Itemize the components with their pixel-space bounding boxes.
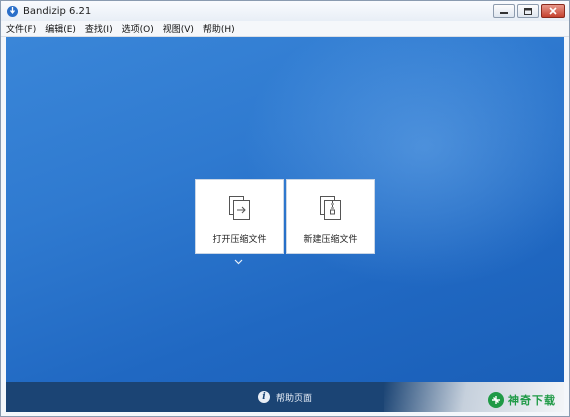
maximize-button[interactable] xyxy=(517,4,539,18)
new-archive-button[interactable]: 新建压缩文件 xyxy=(286,179,375,254)
window-title: Bandizip 6.21 xyxy=(23,5,92,17)
open-archive-button[interactable]: 打开压缩文件 xyxy=(195,179,284,254)
app-window: Bandizip 6.21 文件(F) 编辑(E) 查找(I) 选项(O) 视图… xyxy=(0,0,570,417)
menu-help[interactable]: 帮助(H) xyxy=(198,22,239,35)
menu-options[interactable]: 选项(O) xyxy=(117,22,158,35)
open-archive-icon xyxy=(228,195,252,224)
app-icon xyxy=(7,5,18,17)
open-archive-label: 打开压缩文件 xyxy=(212,235,267,245)
title-bar: Bandizip 6.21 xyxy=(1,1,569,21)
minimize-button[interactable] xyxy=(493,4,515,18)
new-archive-label: 新建压缩文件 xyxy=(303,235,358,245)
main-area: 打开压缩文件 新建压缩文件 xyxy=(6,37,564,382)
footer-bar: i 帮助页面 神奇下载 xyxy=(6,382,564,412)
menu-find[interactable]: 查找(I) xyxy=(80,22,117,35)
menu-file[interactable]: 文件(F) xyxy=(1,22,40,35)
menu-edit[interactable]: 编辑(E) xyxy=(40,22,80,35)
watermark: 神奇下载 xyxy=(488,392,556,408)
watermark-text: 神奇下载 xyxy=(508,394,556,407)
chevron-down-icon[interactable] xyxy=(234,257,243,268)
menu-view[interactable]: 视图(V) xyxy=(158,22,198,35)
close-icon xyxy=(549,7,557,15)
help-page-label: 帮助页面 xyxy=(275,393,312,404)
info-icon: i xyxy=(257,391,270,403)
watermark-logo-icon xyxy=(488,392,504,408)
close-button[interactable] xyxy=(541,4,565,18)
window-controls xyxy=(493,4,565,18)
menu-bar: 文件(F) 编辑(E) 查找(I) 选项(O) 视图(V) 帮助(H) xyxy=(1,21,569,37)
new-archive-icon xyxy=(319,195,343,224)
minimize-icon xyxy=(500,12,508,14)
maximize-icon xyxy=(524,7,532,15)
help-page-link[interactable]: i 帮助页面 xyxy=(257,391,312,404)
